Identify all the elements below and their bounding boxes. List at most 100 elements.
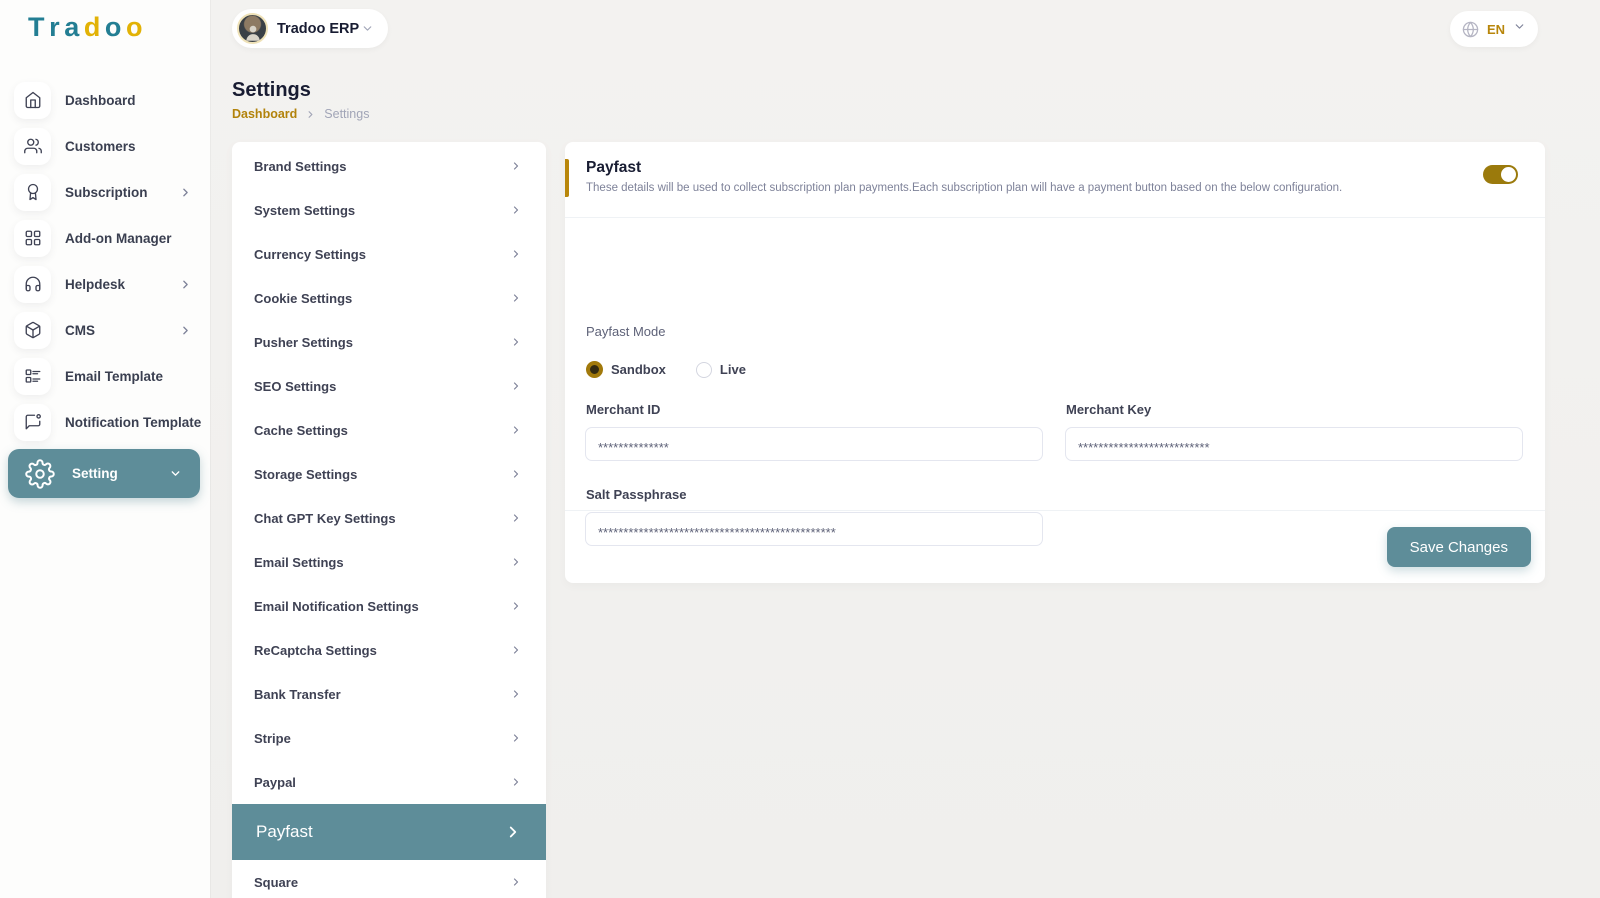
- payfast-panel-footer: Save Changes: [565, 510, 1545, 583]
- settings-nav-card: Brand Settings System Settings Currency …: [232, 142, 546, 898]
- language-selector[interactable]: EN: [1450, 11, 1538, 47]
- settings-nav-item-email[interactable]: Email Settings: [232, 540, 546, 584]
- settings-nav-item-payfast[interactable]: Payfast: [232, 804, 546, 860]
- logo-letter: r: [49, 12, 64, 43]
- sidebar-item-email-template[interactable]: Email Template: [0, 353, 210, 399]
- settings-nav-item-seo[interactable]: SEO Settings: [232, 364, 546, 408]
- nav-item-label: ReCaptcha Settings: [254, 643, 377, 658]
- nav-item-label: System Settings: [254, 203, 355, 218]
- logo-letter: o: [126, 12, 147, 43]
- payfast-description: These details will be used to collect su…: [586, 182, 1521, 194]
- home-icon: [14, 82, 51, 119]
- trophy-icon: [14, 174, 51, 211]
- sidebar-item-helpdesk[interactable]: Helpdesk: [0, 261, 210, 307]
- radio-label: Live: [720, 362, 746, 377]
- chevron-right-icon: [510, 644, 522, 656]
- breadcrumb-dashboard-link[interactable]: Dashboard: [232, 107, 297, 121]
- radio-checked-icon: [586, 361, 603, 378]
- chevron-right-icon: [510, 876, 522, 888]
- headphones-icon: [14, 266, 51, 303]
- radio-sandbox[interactable]: Sandbox: [586, 361, 666, 378]
- salt-passphrase-label: Salt Passphrase: [586, 487, 686, 502]
- settings-nav-item-recaptcha[interactable]: ReCaptcha Settings: [232, 628, 546, 672]
- settings-nav-item-email-notification[interactable]: Email Notification Settings: [232, 584, 546, 628]
- payfast-mode-radio-group: Sandbox Live: [586, 361, 746, 378]
- breadcrumb-current: Settings: [324, 107, 369, 121]
- grid-icon: [14, 220, 51, 257]
- sidebar-item-notification-template[interactable]: Notification Template: [0, 399, 210, 445]
- nav-item-label: Storage Settings: [254, 467, 357, 482]
- chevron-right-icon: [510, 468, 522, 480]
- sidebar-item-addon-manager[interactable]: Add-on Manager: [0, 215, 210, 261]
- settings-nav-item-storage[interactable]: Storage Settings: [232, 452, 546, 496]
- merchant-id-input[interactable]: [585, 427, 1043, 461]
- settings-nav-item-stripe[interactable]: Stripe: [232, 716, 546, 760]
- chevron-right-icon: [510, 688, 522, 700]
- brand-logo: Tradoo: [28, 12, 147, 43]
- sidebar-menu: Dashboard Customers Subscription Ad: [0, 77, 210, 498]
- layout-list-icon: [14, 358, 51, 395]
- sidebar-item-label: Dashboard: [65, 93, 136, 108]
- chevron-right-icon: [305, 109, 316, 120]
- nav-item-label: Pusher Settings: [254, 335, 353, 350]
- chevron-right-icon: [510, 600, 522, 612]
- nav-item-label: Brand Settings: [254, 159, 346, 174]
- avatar: [237, 13, 268, 44]
- chevron-down-icon: [361, 22, 374, 35]
- settings-nav-item-square[interactable]: Square: [232, 860, 546, 898]
- settings-nav-item-pusher[interactable]: Pusher Settings: [232, 320, 546, 364]
- sidebar-item-customers[interactable]: Customers: [0, 123, 210, 169]
- chevron-right-icon: [510, 292, 522, 304]
- settings-nav-item-bank-transfer[interactable]: Bank Transfer: [232, 672, 546, 716]
- chevron-right-icon: [179, 324, 192, 337]
- sidebar-item-label: CMS: [65, 323, 95, 338]
- nav-item-label: Email Notification Settings: [254, 599, 419, 614]
- toggle-knob: [1501, 167, 1516, 182]
- settings-nav-item-system[interactable]: System Settings: [232, 188, 546, 232]
- logo-letter: d: [84, 12, 105, 43]
- merchant-id-label: Merchant ID: [586, 402, 660, 417]
- radio-live[interactable]: Live: [696, 362, 746, 378]
- settings-nav-item-chatgpt[interactable]: Chat GPT Key Settings: [232, 496, 546, 540]
- workspace-selector[interactable]: Tradoo ERP: [232, 9, 388, 48]
- workspace-name: Tradoo ERP: [277, 21, 359, 37]
- sidebar-item-label: Email Template: [65, 369, 163, 384]
- settings-nav-item-cache[interactable]: Cache Settings: [232, 408, 546, 452]
- settings-nav-item-paypal[interactable]: Paypal: [232, 760, 546, 804]
- nav-item-label: Stripe: [254, 731, 291, 746]
- nav-item-label: Square: [254, 875, 298, 890]
- payfast-enabled-toggle[interactable]: [1483, 165, 1518, 184]
- nav-item-label: Email Settings: [254, 555, 344, 570]
- payfast-title: Payfast: [586, 159, 1521, 177]
- merchant-key-input[interactable]: [1065, 427, 1523, 461]
- sidebar-item-setting[interactable]: Setting: [8, 449, 200, 498]
- nav-item-label: Currency Settings: [254, 247, 366, 262]
- chevron-right-icon: [510, 556, 522, 568]
- sidebar-item-label: Helpdesk: [65, 277, 125, 292]
- sidebar-item-cms[interactable]: CMS: [0, 307, 210, 353]
- save-changes-button[interactable]: Save Changes: [1387, 527, 1531, 567]
- gear-icon: [20, 454, 60, 494]
- message-notification-icon: [14, 404, 51, 441]
- nav-item-label: Cookie Settings: [254, 291, 352, 306]
- nav-item-label: Bank Transfer: [254, 687, 341, 702]
- page-title: Settings: [232, 79, 311, 102]
- chevron-right-icon: [510, 204, 522, 216]
- settings-nav-item-brand[interactable]: Brand Settings: [232, 144, 546, 188]
- language-label: EN: [1487, 22, 1505, 37]
- sidebar-item-label: Customers: [65, 139, 136, 154]
- chevron-right-icon: [510, 160, 522, 172]
- radio-label: Sandbox: [611, 362, 666, 377]
- package-icon: [14, 312, 51, 349]
- settings-nav-item-currency[interactable]: Currency Settings: [232, 232, 546, 276]
- settings-nav-item-cookie[interactable]: Cookie Settings: [232, 276, 546, 320]
- chevron-down-icon: [1513, 20, 1526, 38]
- chevron-right-icon: [510, 336, 522, 348]
- sidebar-item-dashboard[interactable]: Dashboard: [0, 77, 210, 123]
- breadcrumb: Dashboard Settings: [232, 107, 369, 121]
- globe-icon: [1462, 21, 1479, 38]
- nav-item-label: Chat GPT Key Settings: [254, 511, 396, 526]
- app-root: Tradoo Dashboard Customers Subscription: [0, 0, 1600, 898]
- sidebar-item-subscription[interactable]: Subscription: [0, 169, 210, 215]
- nav-item-label: SEO Settings: [254, 379, 336, 394]
